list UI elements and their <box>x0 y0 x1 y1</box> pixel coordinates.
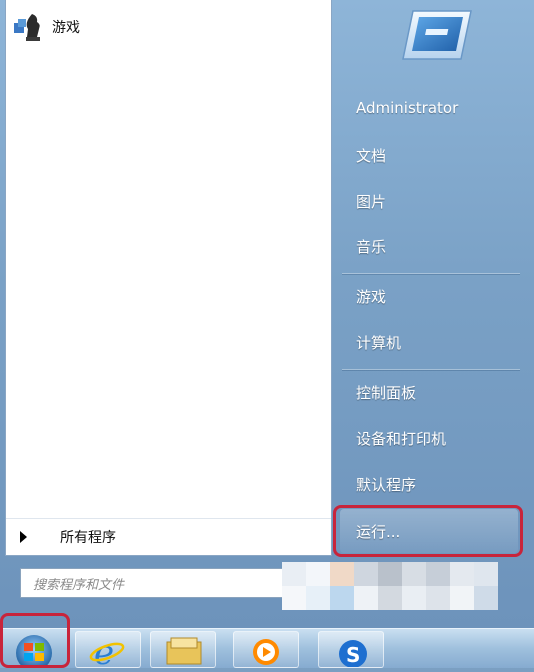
media-player-taskbar-button[interactable] <box>233 631 299 668</box>
documents-link[interactable]: 文档 <box>356 145 386 166</box>
pixel-block <box>474 586 498 610</box>
pixel-block <box>354 562 378 586</box>
pixel-block <box>306 586 330 610</box>
all-programs-button[interactable]: 所有程序 <box>6 518 331 555</box>
pixel-block <box>378 562 402 586</box>
internet-explorer-icon: e <box>89 633 125 672</box>
arrow-right-icon <box>20 531 27 543</box>
programs-pane: 游戏 所有程序 <box>5 0 332 556</box>
pixel-block <box>402 562 426 586</box>
sogou-icon: S <box>339 640 367 668</box>
music-link[interactable]: 音乐 <box>356 236 386 257</box>
pixel-block <box>306 562 330 586</box>
taskbar: e S <box>0 613 534 672</box>
devices-printers-link[interactable]: 设备和打印机 <box>356 428 446 449</box>
user-picture-icon[interactable] <box>397 7 475 63</box>
program-item-games[interactable]: 游戏 <box>12 10 80 44</box>
media-player-icon <box>253 639 279 665</box>
all-programs-label: 所有程序 <box>60 530 116 546</box>
pixel-block <box>330 562 354 586</box>
search-input[interactable]: 搜索程序和文件 <box>20 568 300 598</box>
pixel-block <box>378 586 402 610</box>
search-placeholder: 搜索程序和文件 <box>33 577 125 593</box>
pixel-block <box>282 562 306 586</box>
pictures-link[interactable]: 图片 <box>356 191 386 212</box>
computer-link[interactable]: 计算机 <box>356 332 401 353</box>
ie-taskbar-button[interactable]: e <box>75 631 141 672</box>
pixel-block <box>282 586 306 610</box>
games-chess-icon <box>12 11 48 43</box>
divider <box>342 273 520 274</box>
default-programs-link[interactable]: 默认程序 <box>356 474 416 495</box>
divider <box>342 369 520 370</box>
pixel-block <box>426 562 450 586</box>
pixel-block <box>450 586 474 610</box>
pixel-block <box>426 586 450 610</box>
control-panel-link[interactable]: 控制面板 <box>356 382 416 403</box>
start-menu: 游戏 所有程序 搜索程序和文件 Administrator 文档 图片 音乐 游… <box>0 0 534 628</box>
sogou-taskbar-button[interactable]: S <box>318 631 384 668</box>
pixel-block <box>474 562 498 586</box>
program-label: 游戏 <box>52 20 80 36</box>
pixel-block <box>354 586 378 610</box>
pixel-block <box>402 586 426 610</box>
games-link[interactable]: 游戏 <box>356 286 386 307</box>
explorer-taskbar-button[interactable] <box>150 631 216 668</box>
annotation-outline-start <box>0 613 70 668</box>
svg-text:S: S <box>346 643 360 667</box>
folder-icon <box>166 637 202 665</box>
pixel-block <box>450 562 474 586</box>
pixel-block <box>330 586 354 610</box>
annotation-outline-run <box>333 505 523 557</box>
user-name-link[interactable]: Administrator <box>356 99 458 117</box>
